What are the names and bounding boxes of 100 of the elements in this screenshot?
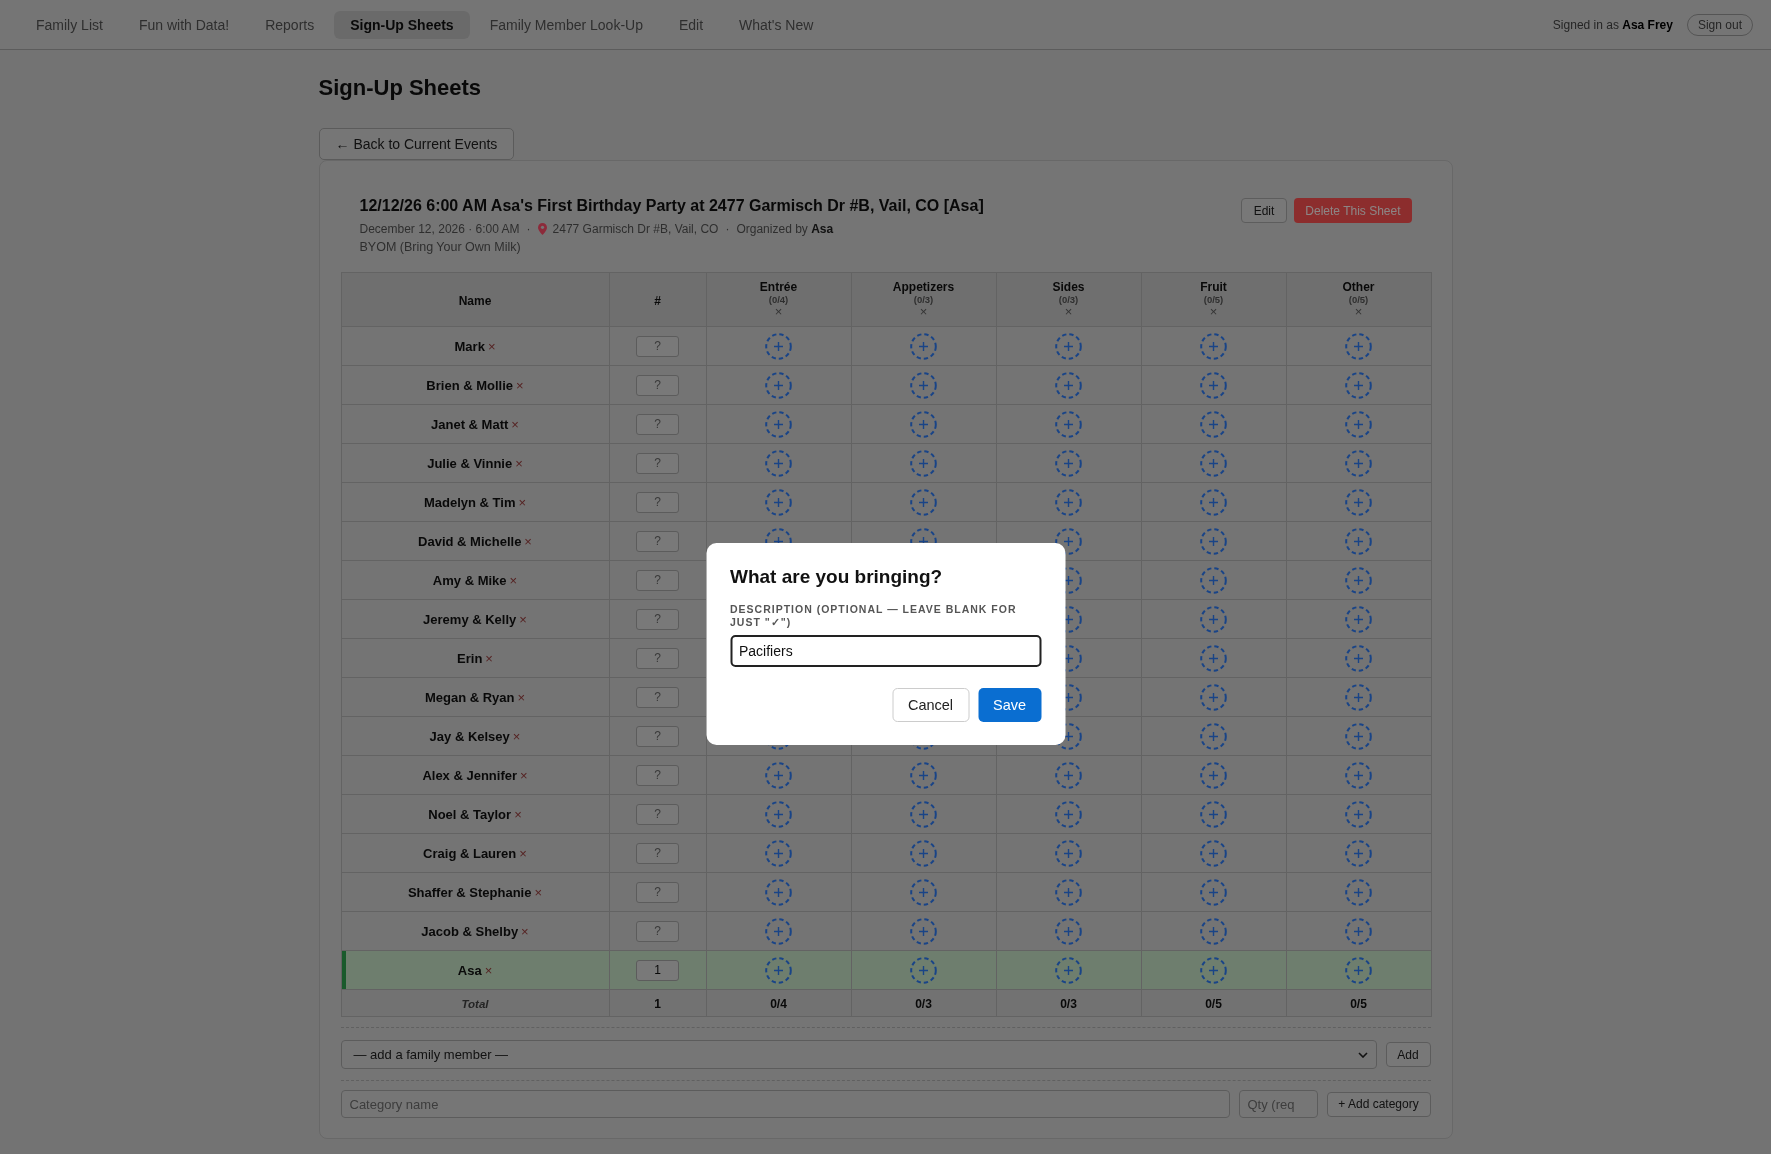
quantity-input[interactable]: ?	[636, 842, 679, 864]
total-count: 0/5	[1205, 997, 1222, 1011]
remove-member-button[interactable]: ×	[519, 846, 527, 861]
member-name: Amy & Mike	[432, 573, 507, 588]
category-name: Entrée	[759, 280, 798, 294]
nav-tab[interactable]: What's New	[723, 10, 830, 39]
add-member-button[interactable]: Add	[1385, 1042, 1431, 1067]
nav-tab[interactable]: Family Member Look-Up	[473, 10, 659, 39]
quantity-input[interactable]: ?	[636, 374, 679, 396]
cancel-button[interactable]: Cancel	[892, 688, 969, 722]
member-name: Craig & Lauren	[423, 846, 517, 861]
remove-category-button[interactable]: ×	[1064, 304, 1073, 319]
delete-sheet-button[interactable]: Delete This Sheet	[1294, 198, 1412, 223]
remove-member-button[interactable]: ×	[512, 729, 521, 744]
member-name: Noel & Taylor	[428, 807, 512, 822]
member-name: Janet & Matt	[431, 417, 509, 432]
remove-member-button[interactable]: ×	[511, 417, 519, 432]
remove-member-button[interactable]: ×	[517, 690, 526, 705]
organizer-text: Organized by Asa	[736, 221, 834, 238]
member-name: Megan & Ryan	[424, 690, 515, 705]
chevron-down-icon	[1357, 1051, 1368, 1058]
total-count: 0/3	[915, 997, 932, 1011]
column-header: #	[654, 293, 661, 308]
member-name: Asa	[457, 963, 482, 978]
member-name: Shaffer & Stephanie	[407, 885, 532, 900]
quantity-input[interactable]: ?	[636, 608, 679, 630]
total-quantity: 1	[654, 997, 661, 1011]
remove-member-button[interactable]: ×	[516, 378, 524, 393]
quantity-input[interactable]: ?	[636, 452, 679, 474]
quantity-input[interactable]: ?	[636, 920, 679, 942]
sheet-title: 12/12/26 6:00 AM Asa's First Birthday Party at 2477 Garmisch Dr #B, Vail, CO [Asa]	[359, 196, 984, 216]
nav-tab[interactable]: Fun with Data!	[122, 10, 246, 39]
quantity-input[interactable]: 1	[636, 959, 679, 981]
quantity-input[interactable]: ?	[636, 647, 679, 669]
member-name: Mark	[454, 339, 485, 354]
category-name: Fruit	[1200, 280, 1227, 294]
remove-member-button[interactable]: ×	[519, 612, 527, 627]
member-name: Jay & Kelsey	[429, 729, 510, 744]
nav-tab[interactable]: Sign-Up Sheets	[334, 10, 470, 39]
member-name: Jacob & Shelby	[421, 924, 519, 939]
member-name: Madelyn & Tim	[423, 495, 516, 510]
add-category-button[interactable]: + Add category	[1326, 1091, 1431, 1117]
remove-member-button[interactable]: ×	[534, 885, 543, 900]
quantity-input[interactable]: ?	[636, 881, 679, 903]
member-name: Erin	[457, 651, 483, 666]
signed-in-text: Signed in as Asa Frey	[1552, 17, 1673, 32]
meta-separator: ·	[725, 221, 730, 238]
nav-tab[interactable]: Edit	[662, 10, 720, 39]
quantity-input[interactable]: ?	[636, 413, 679, 435]
category-count: (0/5)	[1203, 293, 1224, 305]
quantity-input[interactable]: ?	[636, 803, 679, 825]
column-header: Name	[458, 293, 492, 308]
quantity-input[interactable]: ?	[636, 764, 679, 786]
remove-member-button[interactable]: ×	[515, 456, 523, 471]
total-count: 0/4	[770, 997, 787, 1011]
remove-member-button[interactable]: ×	[484, 963, 493, 978]
meta-separator: ·	[526, 221, 531, 238]
category-name: Sides	[1052, 280, 1085, 294]
remove-category-button[interactable]: ×	[1209, 304, 1218, 319]
quantity-input[interactable]: ?	[636, 569, 679, 591]
member-name: David & Michelle	[418, 534, 522, 549]
total-label: Total	[461, 998, 489, 1010]
member-name: Julie & Vinnie	[427, 456, 513, 471]
category-name-input[interactable]: Category name	[340, 1090, 1230, 1118]
remove-category-button[interactable]: ×	[774, 304, 783, 319]
nav-tab[interactable]: Reports	[249, 10, 331, 39]
dialog-title: What are you bringing?	[730, 565, 943, 588]
member-name: Alex & Jennifer	[422, 768, 518, 783]
category-count: (0/3)	[1058, 293, 1079, 305]
back-button[interactable]: ← Back to Current Events	[318, 128, 515, 160]
quantity-input[interactable]: ?	[636, 530, 679, 552]
description-input[interactable]: Pacifiers	[730, 635, 1041, 667]
remove-member-button[interactable]: ×	[514, 807, 522, 822]
remove-member-button[interactable]: ×	[521, 924, 529, 939]
category-count: (0/4)	[768, 293, 789, 305]
remove-category-button[interactable]: ×	[919, 304, 928, 319]
quantity-input[interactable]: ?	[636, 491, 679, 513]
category-count: (0/3)	[913, 293, 934, 305]
total-count: 0/3	[1060, 997, 1077, 1011]
remove-category-button[interactable]: ×	[1354, 304, 1363, 319]
quantity-input[interactable]: ?	[636, 725, 679, 747]
remove-member-button[interactable]: ×	[524, 534, 532, 549]
quantity-input[interactable]: ?	[636, 335, 679, 357]
remove-member-button[interactable]: ×	[485, 651, 493, 666]
event-date-text: December 12, 2026 · 6:00 AM	[359, 221, 520, 238]
member-select[interactable]: — add a family member —	[340, 1040, 1377, 1069]
quantity-required-input[interactable]: Qty (req	[1238, 1090, 1318, 1118]
map-pin-icon	[537, 223, 547, 235]
edit-button[interactable]: Edit	[1240, 198, 1288, 223]
remove-member-button[interactable]: ×	[487, 339, 496, 354]
quantity-input[interactable]: ?	[636, 686, 679, 708]
location-text: 2477 Garmisch Dr #B, Vail, CO	[552, 221, 719, 238]
remove-member-button[interactable]: ×	[518, 495, 527, 510]
nav-tab[interactable]: Family List	[20, 10, 119, 39]
remove-member-button[interactable]: ×	[509, 573, 518, 588]
save-button[interactable]: Save	[978, 688, 1041, 722]
description-label: DESCRIPTION (OPTIONAL — LEAVE BLANK FOR JUST "✓")	[730, 603, 1018, 629]
remove-member-button[interactable]: ×	[520, 768, 528, 783]
total-count: 0/5	[1350, 997, 1367, 1011]
add-circle-icon[interactable]	[1055, 527, 1082, 555]
